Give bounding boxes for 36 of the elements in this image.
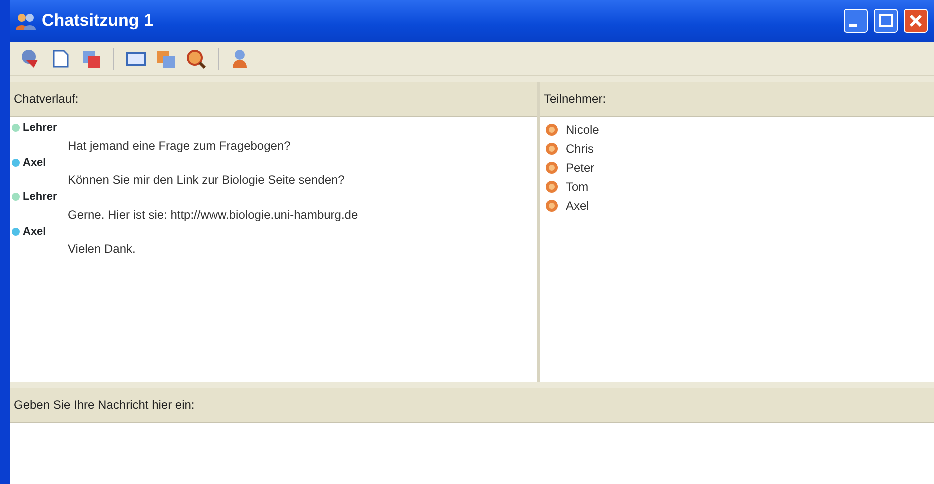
participant-item[interactable]: Chris <box>540 139 934 158</box>
participant-name: Nicole <box>566 122 600 138</box>
close-icon <box>908 13 924 29</box>
sender-name: Lehrer <box>23 121 58 136</box>
participant-item[interactable]: Tom <box>540 177 934 196</box>
close-button[interactable] <box>904 9 928 33</box>
message-text: Gerne. Hier ist sie: http://www.biologie.uni-hamburg.de <box>67 206 360 224</box>
sender-name: Axel <box>23 224 46 240</box>
message-text: Hat jemand eine Frage zum Fragebogen? <box>67 138 292 154</box>
maximize-icon <box>878 13 894 29</box>
panel-header: Geben Sie Ihre Nachricht hier ein: <box>10 388 934 423</box>
window-title: Chatsitzung 1 <box>42 10 154 32</box>
avatar-icon <box>546 162 558 174</box>
avatar-icon <box>546 200 558 212</box>
panel-header: Chatverlauf: <box>10 82 537 117</box>
participant-item[interactable]: Peter <box>540 158 934 177</box>
app-icon <box>16 12 36 30</box>
participant-name: Peter <box>566 160 595 176</box>
panel-header: Teilnehmer: <box>540 82 934 117</box>
minimize-icon <box>849 24 857 26</box>
avatar-icon <box>546 180 558 192</box>
avatar-icon <box>546 142 558 154</box>
participant-item[interactable]: Axel <box>540 196 934 215</box>
maximize-button[interactable] <box>874 9 898 33</box>
message-text: Können Sie mir den Link zur Biologie Seite senden? <box>67 172 346 189</box>
sender-name: Lehrer <box>23 190 58 205</box>
participant-item[interactable]: Nicole <box>540 120 934 139</box>
message-input[interactable] <box>10 423 934 484</box>
participant-name: Tom <box>566 178 589 196</box>
sender-name: Axel <box>23 156 46 170</box>
minimize-button[interactable] <box>844 9 868 33</box>
avatar-icon <box>546 124 558 136</box>
message-text: Vielen Dank. <box>67 241 137 258</box>
search-icon[interactable] <box>185 48 207 70</box>
participant-name: Chris <box>566 140 594 158</box>
participant-name: Axel <box>566 198 590 214</box>
